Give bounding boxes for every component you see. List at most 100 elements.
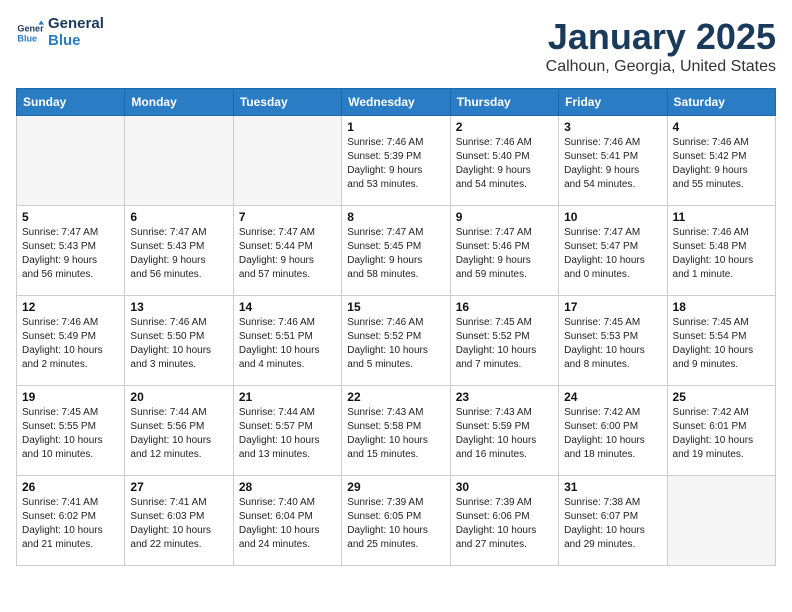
calendar-cell: 4 Sunrise: 7:46 AMSunset: 5:42 PMDaylight…	[667, 116, 775, 206]
weekday-header-row: SundayMondayTuesdayWednesdayThursdayFrid…	[17, 89, 776, 116]
calendar-cell: 24Sunrise: 7:42 AMSunset: 6:00 PMDayligh…	[559, 386, 667, 476]
day-number: 31	[564, 480, 661, 494]
logo-icon: General Blue	[16, 19, 44, 47]
day-number: 16	[456, 300, 553, 314]
calendar-cell: 9 Sunrise: 7:47 AMSunset: 5:46 PMDaylight…	[450, 206, 558, 296]
logo: General Blue General Blue	[16, 16, 104, 49]
calendar-cell: 10 Sunrise: 7:47 AMSunset: 5:47 PMDayligh…	[559, 206, 667, 296]
day-number: 30	[456, 480, 553, 494]
day-info: Sunrise: 7:46 AMSunset: 5:49 PMDaylight:…	[22, 316, 119, 372]
calendar-cell: 14 Sunrise: 7:46 AMSunset: 5:51 PMDayligh…	[233, 296, 341, 386]
calendar-cell: 15Sunrise: 7:46 AMSunset: 5:52 PMDayligh…	[342, 296, 450, 386]
calendar-cell: 16Sunrise: 7:45 AMSunset: 5:52 PMDayligh…	[450, 296, 558, 386]
day-number: 8	[347, 210, 444, 224]
calendar-cell: 27 Sunrise: 7:41 AMSunset: 6:03 PMDayligh…	[125, 476, 233, 566]
weekday-header-friday: Friday	[559, 89, 667, 116]
day-info: Sunrise: 7:44 AMSunset: 5:56 PMDaylight:…	[130, 406, 227, 462]
day-info: Sunrise: 7:41 AMSunset: 6:02 PMDaylight:…	[22, 496, 119, 552]
day-info: Sunrise: 7:47 AMSunset: 5:43 PMDaylight:…	[130, 226, 227, 282]
calendar-cell	[667, 476, 775, 566]
week-row-5: 26 Sunrise: 7:41 AMSunset: 6:02 PMDayligh…	[17, 476, 776, 566]
day-number: 25	[673, 390, 770, 404]
weekday-header-wednesday: Wednesday	[342, 89, 450, 116]
location-subtitle: Calhoun, Georgia, United States	[546, 58, 776, 76]
day-number: 17	[564, 300, 661, 314]
day-number: 18	[673, 300, 770, 314]
calendar-cell: 1 Sunrise: 7:46 AMSunset: 5:39 PMDaylight…	[342, 116, 450, 206]
day-info: Sunrise: 7:46 AMSunset: 5:40 PMDaylight:…	[456, 136, 553, 192]
calendar-cell: 8Sunrise: 7:47 AMSunset: 5:45 PMDaylight…	[342, 206, 450, 296]
calendar-cell	[125, 116, 233, 206]
day-number: 28	[239, 480, 336, 494]
page-header: General Blue General Blue January 2025 C…	[16, 16, 776, 76]
day-number: 4	[673, 120, 770, 134]
day-number: 19	[22, 390, 119, 404]
day-number: 6	[130, 210, 227, 224]
calendar-cell: 19 Sunrise: 7:45 AMSunset: 5:55 PMDayligh…	[17, 386, 125, 476]
calendar-cell: 17Sunrise: 7:45 AMSunset: 5:53 PMDayligh…	[559, 296, 667, 386]
day-info: Sunrise: 7:46 AMSunset: 5:48 PMDaylight:…	[673, 226, 770, 282]
day-number: 14	[239, 300, 336, 314]
weekday-header-saturday: Saturday	[667, 89, 775, 116]
day-number: 27	[130, 480, 227, 494]
week-row-3: 12 Sunrise: 7:46 AMSunset: 5:49 PMDayligh…	[17, 296, 776, 386]
day-info: Sunrise: 7:41 AMSunset: 6:03 PMDaylight:…	[130, 496, 227, 552]
week-row-4: 19 Sunrise: 7:45 AMSunset: 5:55 PMDayligh…	[17, 386, 776, 476]
week-row-2: 5Sunrise: 7:47 AMSunset: 5:43 PMDaylight…	[17, 206, 776, 296]
title-area: January 2025 Calhoun, Georgia, United St…	[546, 16, 776, 76]
day-info: Sunrise: 7:47 AMSunset: 5:44 PMDaylight:…	[239, 226, 336, 282]
calendar-cell: 30 Sunrise: 7:39 AMSunset: 6:06 PMDayligh…	[450, 476, 558, 566]
calendar-cell: 20Sunrise: 7:44 AMSunset: 5:56 PMDayligh…	[125, 386, 233, 476]
day-number: 10	[564, 210, 661, 224]
day-number: 12	[22, 300, 119, 314]
day-info: Sunrise: 7:47 AMSunset: 5:47 PMDaylight:…	[564, 226, 661, 282]
weekday-header-monday: Monday	[125, 89, 233, 116]
day-info: Sunrise: 7:46 AMSunset: 5:42 PMDaylight:…	[673, 136, 770, 192]
day-info: Sunrise: 7:46 AMSunset: 5:39 PMDaylight:…	[347, 136, 444, 192]
logo-text-general: General	[48, 16, 104, 33]
weekday-header-sunday: Sunday	[17, 89, 125, 116]
calendar-cell: 28 Sunrise: 7:40 AMSunset: 6:04 PMDayligh…	[233, 476, 341, 566]
day-number: 2	[456, 120, 553, 134]
calendar-cell: 12 Sunrise: 7:46 AMSunset: 5:49 PMDayligh…	[17, 296, 125, 386]
calendar-cell: 22Sunrise: 7:43 AMSunset: 5:58 PMDayligh…	[342, 386, 450, 476]
svg-text:Blue: Blue	[17, 33, 37, 43]
day-number: 9	[456, 210, 553, 224]
day-info: Sunrise: 7:45 AMSunset: 5:54 PMDaylight:…	[673, 316, 770, 372]
calendar-cell: 21 Sunrise: 7:44 AMSunset: 5:57 PMDayligh…	[233, 386, 341, 476]
day-info: Sunrise: 7:39 AMSunset: 6:06 PMDaylight:…	[456, 496, 553, 552]
day-number: 23	[456, 390, 553, 404]
calendar-cell: 3Sunrise: 7:46 AMSunset: 5:41 PMDaylight…	[559, 116, 667, 206]
day-info: Sunrise: 7:42 AMSunset: 6:00 PMDaylight:…	[564, 406, 661, 462]
day-info: Sunrise: 7:40 AMSunset: 6:04 PMDaylight:…	[239, 496, 336, 552]
weekday-header-tuesday: Tuesday	[233, 89, 341, 116]
calendar-cell: 25 Sunrise: 7:42 AMSunset: 6:01 PMDayligh…	[667, 386, 775, 476]
calendar-cell: 13Sunrise: 7:46 AMSunset: 5:50 PMDayligh…	[125, 296, 233, 386]
day-number: 3	[564, 120, 661, 134]
calendar-cell: 31Sunrise: 7:38 AMSunset: 6:07 PMDayligh…	[559, 476, 667, 566]
day-info: Sunrise: 7:47 AMSunset: 5:43 PMDaylight:…	[22, 226, 119, 282]
calendar-cell: 5Sunrise: 7:47 AMSunset: 5:43 PMDaylight…	[17, 206, 125, 296]
day-number: 26	[22, 480, 119, 494]
weekday-header-thursday: Thursday	[450, 89, 558, 116]
day-info: Sunrise: 7:47 AMSunset: 5:46 PMDaylight:…	[456, 226, 553, 282]
calendar-cell	[17, 116, 125, 206]
calendar-cell: 29Sunrise: 7:39 AMSunset: 6:05 PMDayligh…	[342, 476, 450, 566]
calendar-cell	[233, 116, 341, 206]
calendar-table: SundayMondayTuesdayWednesdayThursdayFrid…	[16, 88, 776, 566]
day-info: Sunrise: 7:42 AMSunset: 6:01 PMDaylight:…	[673, 406, 770, 462]
month-title: January 2025	[546, 16, 776, 58]
day-number: 21	[239, 390, 336, 404]
day-number: 7	[239, 210, 336, 224]
calendar-cell: 18 Sunrise: 7:45 AMSunset: 5:54 PMDayligh…	[667, 296, 775, 386]
day-number: 29	[347, 480, 444, 494]
day-info: Sunrise: 7:46 AMSunset: 5:51 PMDaylight:…	[239, 316, 336, 372]
day-info: Sunrise: 7:44 AMSunset: 5:57 PMDaylight:…	[239, 406, 336, 462]
calendar-cell: 23Sunrise: 7:43 AMSunset: 5:59 PMDayligh…	[450, 386, 558, 476]
day-info: Sunrise: 7:45 AMSunset: 5:55 PMDaylight:…	[22, 406, 119, 462]
day-number: 13	[130, 300, 227, 314]
day-number: 22	[347, 390, 444, 404]
day-info: Sunrise: 7:46 AMSunset: 5:52 PMDaylight:…	[347, 316, 444, 372]
day-number: 1	[347, 120, 444, 134]
day-number: 11	[673, 210, 770, 224]
